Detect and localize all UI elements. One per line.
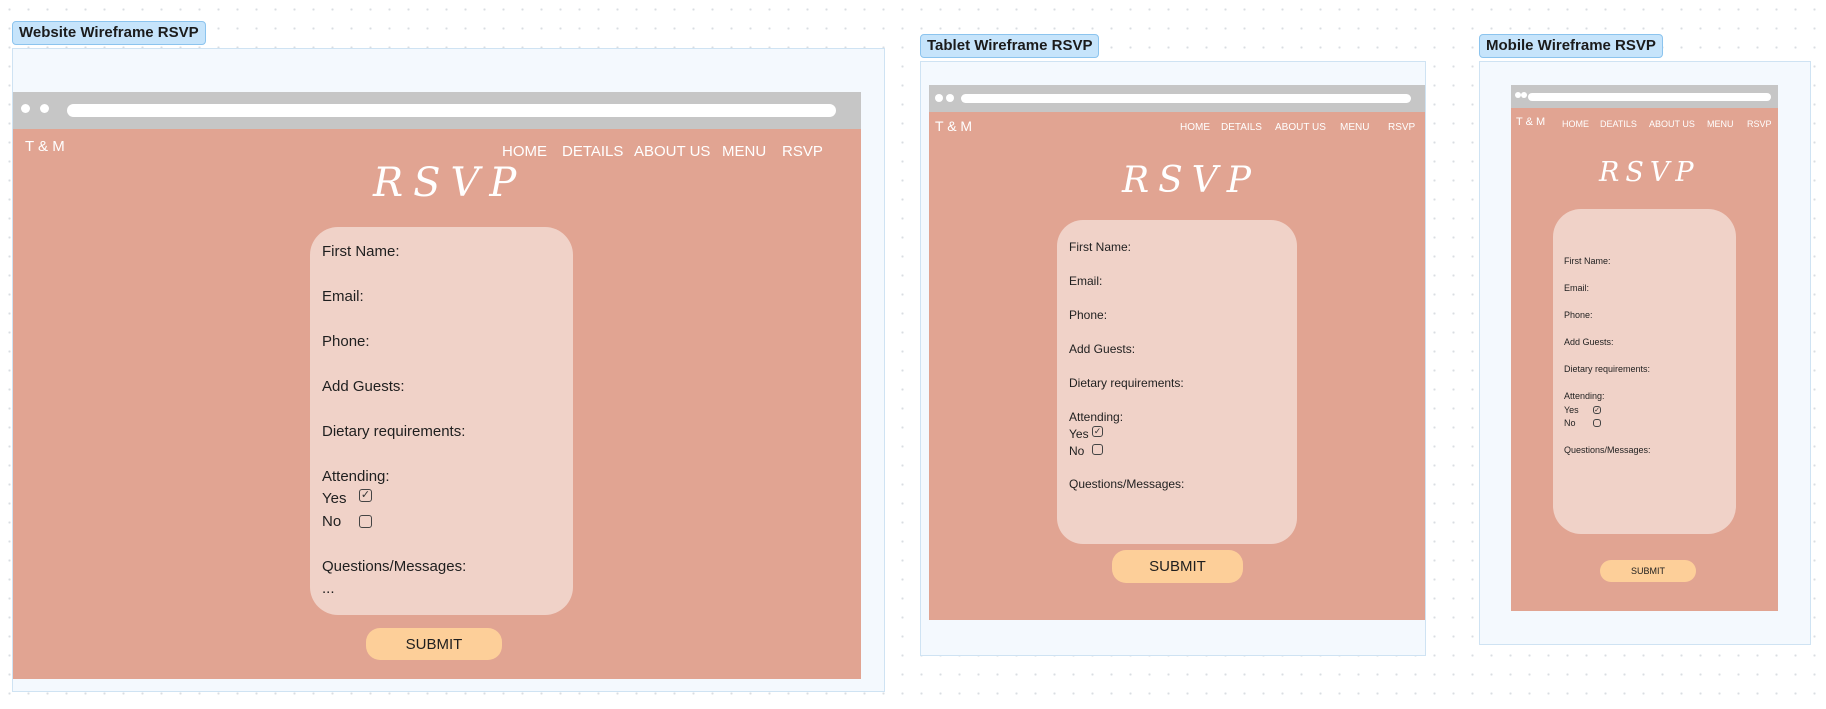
tablet-frame: T & M HOME DETAILS ABOUT US MENU RSVP RS… [920, 61, 1426, 656]
submit-button[interactable]: SUBMIT [1600, 560, 1696, 582]
submit-button[interactable]: SUBMIT [1112, 550, 1243, 583]
tablet-frame-label[interactable]: Tablet Wireframe RSVP [920, 34, 1100, 58]
questions-messages-field[interactable]: Questions/Messages: [1069, 477, 1184, 491]
brand-logo[interactable]: T & M [1516, 116, 1545, 128]
rsvp-form-card: First Name: Email: Phone: Add Guests: Di… [1057, 220, 1297, 544]
questions-messages-field[interactable]: Questions/Messages: [1564, 445, 1651, 455]
checkmark-icon: ✓ [1093, 426, 1102, 436]
attending-no-checkbox[interactable] [359, 515, 372, 528]
add-guests-field[interactable]: Add Guests: [1069, 342, 1135, 356]
nav-rsvp[interactable]: RSVP [1747, 119, 1772, 129]
website-frame-label[interactable]: Website Wireframe RSVP [12, 21, 206, 45]
attending-no-label: No [1069, 444, 1085, 458]
window-control-icon[interactable] [935, 94, 943, 102]
first-name-field[interactable]: First Name: [322, 243, 400, 260]
attending-yes-checkbox[interactable]: ✓ [1593, 406, 1601, 414]
attending-yes-checkbox[interactable]: ✓ [1092, 426, 1103, 437]
address-bar[interactable] [1528, 93, 1771, 101]
nav-home[interactable]: HOME [1562, 119, 1589, 129]
attending-no-checkbox[interactable] [1593, 419, 1601, 427]
brand-logo[interactable]: T & M [935, 118, 972, 134]
attending-yes-label: Yes [1069, 427, 1089, 441]
browser-toolbar [1511, 85, 1778, 108]
nav-rsvp[interactable]: RSVP [782, 143, 823, 160]
rsvp-form-card: First Name: Email: Phone: Add Guests: Di… [1553, 209, 1736, 534]
add-guests-field[interactable]: Add Guests: [322, 378, 405, 395]
attending-no-label: No [322, 513, 342, 530]
window-control-icon[interactable] [946, 94, 954, 102]
website-frame: T & M HOME DETAILS ABOUT US MENU RSVP RS… [12, 48, 885, 692]
email-field[interactable]: Email: [1069, 274, 1102, 288]
nav-rsvp[interactable]: RSVP [1388, 122, 1415, 133]
nav-menu[interactable]: MENU [1707, 119, 1734, 129]
page-title: RSVP [373, 160, 527, 206]
questions-messages-field[interactable]: Questions/Messages: [322, 558, 466, 575]
add-guests-field[interactable]: Add Guests: [1564, 337, 1614, 347]
mobile-frame-label[interactable]: Mobile Wireframe RSVP [1479, 34, 1663, 58]
nav-details[interactable]: DETAILS [562, 143, 623, 160]
phone-field[interactable]: Phone: [322, 333, 370, 350]
nav-about-us[interactable]: ABOUT US [634, 143, 710, 160]
nav-home[interactable]: HOME [502, 143, 547, 160]
phone-field[interactable]: Phone: [1564, 310, 1593, 320]
nav-menu[interactable]: MENU [722, 143, 766, 160]
attending-yes-label: Yes [322, 490, 347, 507]
attending-no-label: No [1564, 418, 1576, 428]
tablet-browser: T & M HOME DETAILS ABOUT US MENU RSVP RS… [929, 85, 1425, 620]
email-field[interactable]: Email: [322, 288, 364, 305]
dietary-requirements-field[interactable]: Dietary requirements: [322, 423, 465, 440]
brand-logo[interactable]: T & M [25, 138, 65, 155]
email-field[interactable]: Email: [1564, 283, 1589, 293]
checkmark-icon: ✓ [1594, 406, 1600, 414]
website-browser: T & M HOME DETAILS ABOUT US MENU RSVP RS… [13, 92, 861, 679]
phone-field[interactable]: Phone: [1069, 308, 1107, 322]
mobile-frame: T & M HOME DEATILS ABOUT US MENU RSVP RS… [1479, 61, 1811, 645]
messages-value: ... [322, 580, 335, 597]
attending-yes-label: Yes [1564, 405, 1579, 415]
dietary-requirements-field[interactable]: Dietary requirements: [1069, 376, 1184, 390]
first-name-field[interactable]: First Name: [1564, 256, 1611, 266]
nav-details[interactable]: DEATILS [1600, 119, 1637, 129]
dietary-requirements-field[interactable]: Dietary requirements: [1564, 364, 1650, 374]
rsvp-form-card: First Name: Email: Phone: Add Guests: Di… [310, 227, 573, 615]
page-title: RSVP [1122, 160, 1260, 201]
nav-home[interactable]: HOME [1180, 122, 1210, 133]
address-bar[interactable] [67, 104, 836, 117]
nav-menu[interactable]: MENU [1340, 122, 1369, 133]
address-bar[interactable] [961, 94, 1411, 103]
checkmark-icon: ✓ [360, 489, 371, 501]
window-control-icon[interactable] [1521, 92, 1527, 98]
attending-label: Attending: [322, 468, 390, 485]
submit-button[interactable]: SUBMIT [366, 628, 502, 660]
first-name-field[interactable]: First Name: [1069, 240, 1131, 254]
mobile-browser: T & M HOME DEATILS ABOUT US MENU RSVP RS… [1511, 85, 1778, 611]
page-title: RSVP [1599, 157, 1700, 188]
attending-no-checkbox[interactable] [1092, 444, 1103, 455]
window-control-icon[interactable] [40, 104, 49, 113]
attending-label: Attending: [1564, 391, 1605, 401]
browser-toolbar [13, 92, 861, 129]
attending-label: Attending: [1069, 410, 1124, 424]
nav-details[interactable]: DETAILS [1221, 122, 1262, 133]
browser-toolbar [929, 85, 1425, 112]
attending-yes-checkbox[interactable]: ✓ [359, 489, 372, 502]
window-control-icon[interactable] [21, 104, 30, 113]
nav-about-us[interactable]: ABOUT US [1649, 119, 1695, 129]
nav-about-us[interactable]: ABOUT US [1275, 122, 1326, 133]
